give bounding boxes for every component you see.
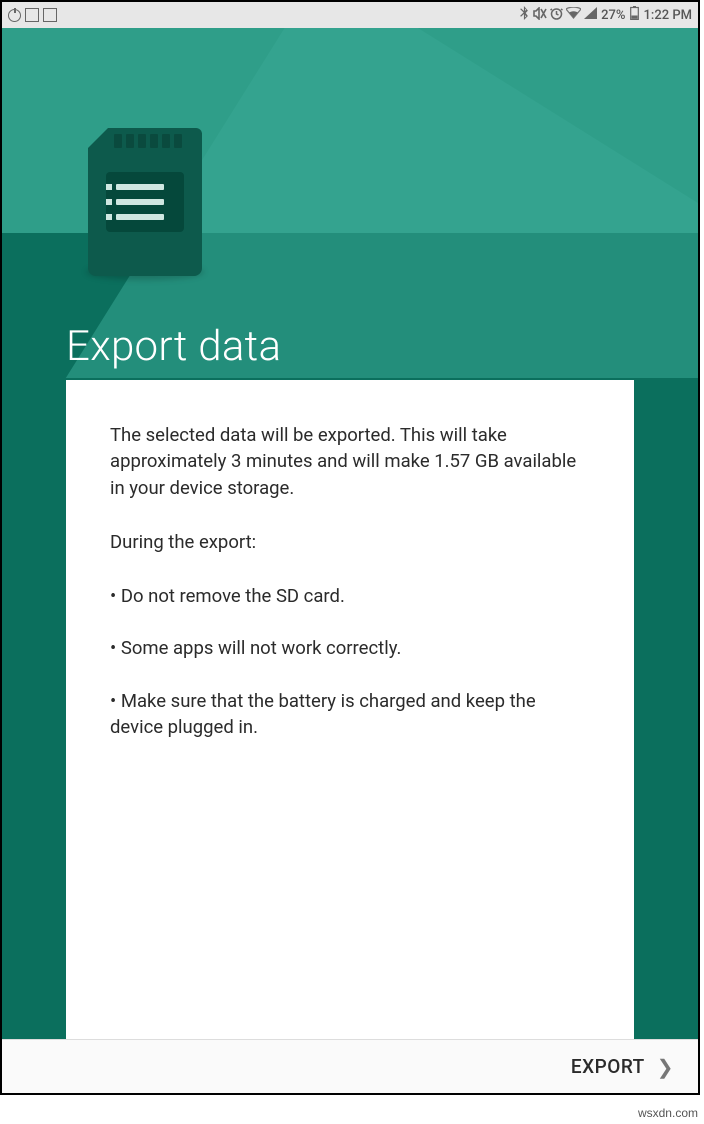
- sd-card-icon: [88, 128, 202, 276]
- export-button[interactable]: EXPORT ❯: [571, 1055, 674, 1079]
- battery-icon: [630, 6, 639, 24]
- wifi-icon: [566, 7, 581, 23]
- content-card: The selected data will be exported. This…: [66, 380, 634, 1039]
- chevron-right-icon: ❯: [657, 1055, 674, 1079]
- bullet-1: • Do not remove the SD card.: [110, 583, 590, 609]
- battery-percent: 27%: [601, 8, 625, 23]
- bullet-3: • Make sure that the battery is charged …: [110, 688, 590, 741]
- sync-icon: [8, 9, 21, 22]
- page-title: Export data: [66, 322, 281, 371]
- screenshot-icon: [43, 8, 57, 22]
- watermark: wsxdn.com: [638, 1106, 698, 1120]
- during-heading: During the export:: [110, 529, 590, 555]
- alarm-icon: [550, 7, 563, 24]
- intro-text: The selected data will be exported. This…: [110, 422, 590, 501]
- header-region: Export data: [2, 28, 698, 378]
- bottom-bar: EXPORT ❯: [2, 1039, 698, 1093]
- mute-icon: [533, 7, 547, 24]
- nfc-icon: [25, 8, 39, 22]
- status-bar: 27% 1:22 PM: [2, 2, 698, 28]
- export-label: EXPORT: [571, 1055, 645, 1078]
- bluetooth-icon: [519, 6, 530, 24]
- clock: 1:22 PM: [644, 8, 693, 23]
- bullet-2: • Some apps will not work correctly.: [110, 635, 590, 661]
- signal-icon: [584, 7, 597, 23]
